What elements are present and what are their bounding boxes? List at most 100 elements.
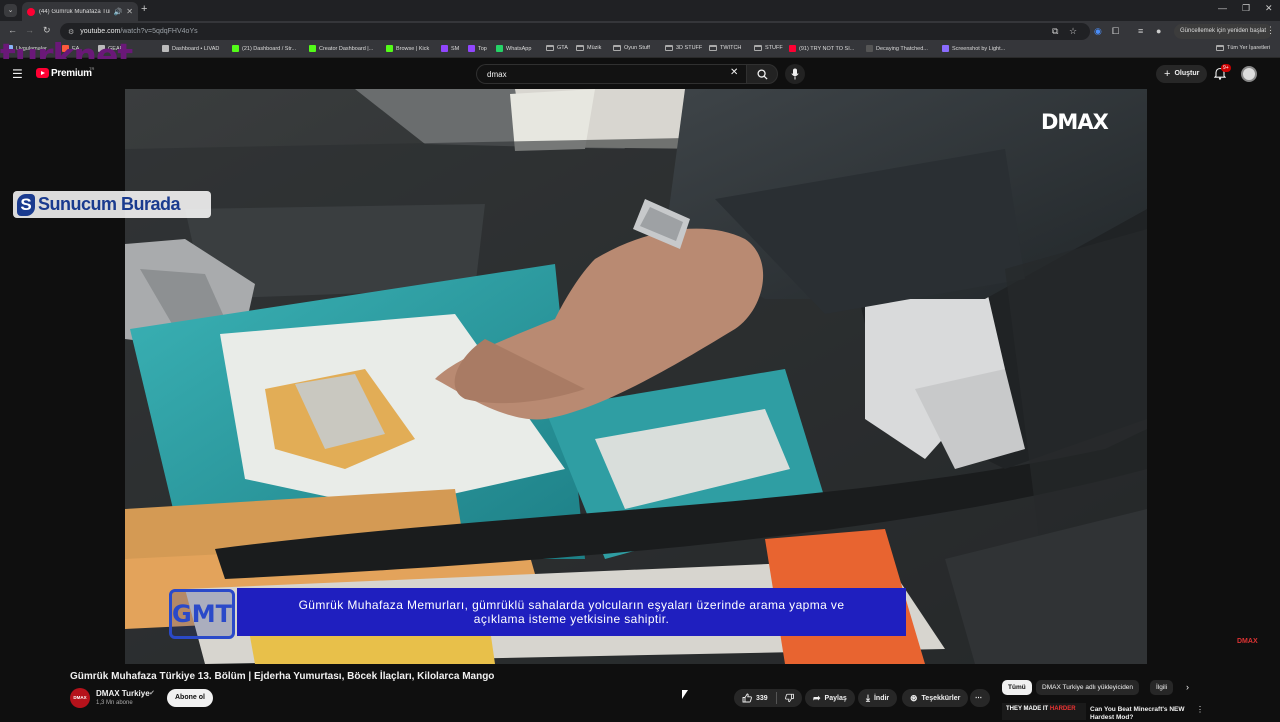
youtube-favicon-icon: [27, 7, 35, 16]
like-dislike-group: 339: [734, 689, 802, 707]
voice-search-button[interactable]: [785, 64, 805, 84]
browser-menu-icon[interactable]: ⋮: [1266, 25, 1275, 36]
channel-name[interactable]: DMAX Turkiye: [96, 689, 150, 698]
twitch-icon: [441, 45, 448, 52]
notification-count-badge: 9+: [1221, 64, 1231, 72]
bookmark-item[interactable]: SM: [441, 45, 459, 52]
bookmark-item[interactable]: Oyun Stuff: [613, 45, 650, 51]
search-icon: [757, 69, 768, 80]
cast-icon[interactable]: ⧉: [1052, 26, 1058, 37]
bookmark-label: Oyun Stuff: [624, 45, 650, 51]
more-icon: ⋯: [975, 695, 982, 702]
bookmark-label: Müzik: [587, 45, 602, 51]
bookmark-item[interactable]: Browse | Kick: [386, 45, 429, 52]
bookmark-item[interactable]: Müzik: [576, 45, 601, 51]
extensions-icon[interactable]: ⧠: [1112, 26, 1119, 37]
bookmark-label: Screenshot by Light...: [952, 45, 1006, 52]
share-button[interactable]: ➦ Paylaş: [805, 689, 855, 707]
site-info-icon[interactable]: ⚙: [68, 28, 74, 36]
like-button[interactable]: 339: [742, 693, 768, 703]
back-icon[interactable]: ←: [8, 25, 17, 35]
search-button[interactable]: [746, 64, 778, 84]
bookmark-item[interactable]: Creator Dashboard |...: [309, 45, 373, 52]
bookmark-label: Top: [478, 45, 487, 52]
media-control-icon[interactable]: ≡: [1138, 26, 1143, 36]
youtube-header: ☰ Premium TR ✕ + Oluştur 9+: [0, 59, 1280, 89]
video-frame-scene: [125, 89, 1147, 664]
bookmark-star-icon[interactable]: ☆: [1069, 26, 1077, 37]
bookmark-item[interactable]: TWITCH: [709, 45, 741, 51]
youtube-icon: [789, 45, 796, 52]
profile-icon[interactable]: ●: [1156, 26, 1161, 36]
chip-related[interactable]: İlgili: [1150, 680, 1174, 695]
lightshot-icon: [942, 45, 949, 52]
address-bar[interactable]: ⚙ youtube.com/watch?v=5qdqFHV4oYs: [60, 23, 1090, 40]
kick-icon: [386, 45, 393, 52]
subscribe-button[interactable]: Abone ol: [167, 689, 213, 707]
bookmark-item[interactable]: STUFF: [754, 45, 783, 51]
thumbs-up-icon: [742, 693, 752, 703]
bookmark-label: WhatsApp: [506, 45, 532, 52]
video-player[interactable]: [125, 89, 1147, 664]
bookmark-item[interactable]: Top: [468, 45, 487, 52]
thumbs-down-icon[interactable]: [784, 693, 794, 703]
chip-from-uploader[interactable]: DMAX Turkiye adlı yükleyiciden: [1036, 680, 1140, 695]
video-title: Gümrük Muhafaza Türkiye 13. Bölüm | Ejde…: [70, 671, 495, 682]
account-avatar[interactable]: [1241, 66, 1257, 82]
browser-tab-active[interactable]: (44) Gümrük Muhafaza Türki 🔊 ✕: [22, 2, 138, 21]
speaker-icon[interactable]: 🔊: [114, 8, 123, 16]
video-caption-box: Gümrük Muhafaza Memurları, gümrüklü saha…: [237, 588, 906, 636]
bookmark-label: Creator Dashboard |...: [319, 45, 374, 52]
thanks-label: Teşekkürler: [921, 694, 961, 702]
bookmark-item[interactable]: Screenshot by Light...: [942, 45, 1005, 52]
bookmark-item[interactable]: Decaying Thatched...: [866, 45, 928, 52]
recommended-more-icon[interactable]: ⋮: [1196, 705, 1204, 714]
whatsapp-icon: [496, 45, 503, 52]
close-window-icon[interactable]: ✕: [1265, 3, 1273, 14]
bookmark-label: 3D STUFF: [676, 45, 703, 51]
bookmark-item[interactable]: (21) Dashboard / Str...: [232, 45, 296, 52]
all-bookmarks-button[interactable]: Tüm Yer İşaretleri: [1216, 45, 1270, 51]
bookmark-item[interactable]: Dashboard • LIVAD: [162, 45, 219, 52]
youtube-logo-icon[interactable]: [36, 68, 49, 78]
bookmark-item[interactable]: (91) TRY NOT TO SI...: [789, 45, 854, 52]
folder-icon: [754, 45, 762, 51]
create-button[interactable]: + Oluştur: [1156, 65, 1208, 83]
all-bookmarks-label: Tüm Yer İşaretleri: [1227, 45, 1271, 51]
video-caption-text: Gümrük Muhafaza Memurları, gümrüklü saha…: [298, 598, 845, 626]
bookmark-item[interactable]: GTA: [546, 45, 568, 51]
bookmark-label: GTA: [557, 45, 568, 51]
extension-shield-icon[interactable]: ◉: [1094, 26, 1102, 37]
like-divider: [775, 692, 777, 704]
channel-avatar[interactable]: DMAX: [70, 688, 90, 708]
folder-icon: [709, 45, 717, 51]
bookmark-label: Browse | Kick: [396, 45, 430, 52]
reload-icon[interactable]: ↻: [43, 25, 51, 36]
clear-search-icon[interactable]: ✕: [730, 67, 738, 78]
update-restart-button[interactable]: Güncellemek için yeniden başlat: [1174, 24, 1273, 39]
bookmark-label: STUFF: [765, 45, 783, 51]
bookmark-item[interactable]: 3D STUFF: [665, 45, 702, 51]
menu-icon[interactable]: ☰: [12, 67, 23, 81]
tab-close-icon[interactable]: ✕: [126, 7, 133, 16]
download-button[interactable]: ⤓ İndir: [858, 689, 898, 707]
youtube-premium-label[interactable]: Premium: [51, 68, 92, 79]
bookmark-item[interactable]: WhatsApp: [496, 45, 531, 52]
bookmark-label: Dashboard • LIVAD: [172, 45, 220, 52]
new-tab-icon[interactable]: +: [141, 3, 147, 15]
forward-icon[interactable]: →: [25, 25, 34, 35]
site-icon: [232, 45, 239, 52]
browser-toolbar: ← → ↻ ⚙ youtube.com/watch?v=5qdqFHV4oYs …: [0, 21, 1280, 42]
chips-next-icon[interactable]: ›: [1186, 682, 1189, 692]
minimize-icon[interactable]: —: [1218, 3, 1227, 13]
tab-search-icon[interactable]: ⌄: [4, 4, 17, 17]
bookmark-label: SM: [451, 45, 460, 52]
chip-all[interactable]: Tümü: [1002, 680, 1032, 695]
recommended-video-thumbnail[interactable]: THEY MADE IT HARDER: [1002, 703, 1086, 720]
subscriber-count: 1,3 Mn abone: [96, 700, 133, 706]
maximize-icon[interactable]: ❐: [1242, 3, 1250, 14]
bookmark-label: Decaying Thatched...: [876, 45, 928, 52]
thanks-button[interactable]: ⊛ Teşekkürler: [902, 689, 969, 707]
more-actions-button[interactable]: ⋯: [970, 689, 990, 707]
search-input[interactable]: [487, 68, 717, 81]
